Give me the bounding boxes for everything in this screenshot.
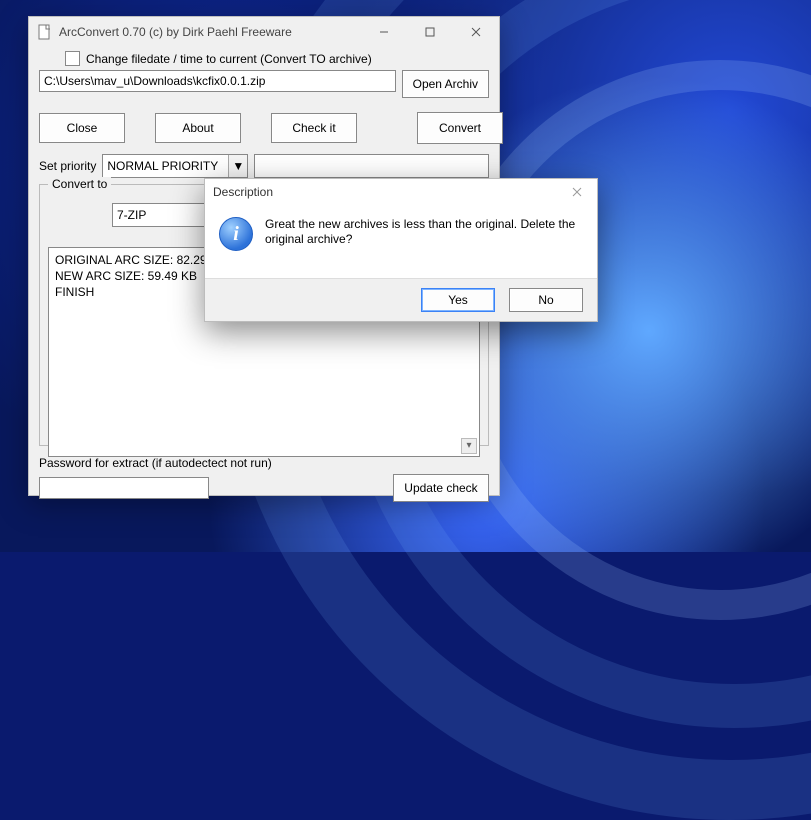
description-dialog: Description i Great the new archives is … xyxy=(204,178,598,322)
close-window-button[interactable] xyxy=(453,17,499,47)
priority-extra-field[interactable] xyxy=(254,154,489,178)
info-icon: i xyxy=(219,217,253,251)
check-it-button[interactable]: Check it xyxy=(271,113,357,143)
format-selected: 7-ZIP xyxy=(117,208,146,222)
dialog-close-button[interactable] xyxy=(565,182,589,202)
chevron-down-icon: ▼ xyxy=(228,155,247,177)
maximize-button[interactable] xyxy=(407,17,453,47)
change-filedate-label: Change filedate / time to current (Conve… xyxy=(86,52,372,66)
titlebar[interactable]: ArcConvert 0.70 (c) by Dirk Paehl Freewa… xyxy=(29,17,499,47)
change-filedate-checkbox[interactable] xyxy=(65,51,80,66)
priority-selected: NORMAL PRIORITY xyxy=(107,159,218,173)
convert-to-title: Convert to xyxy=(48,177,111,191)
minimize-button[interactable] xyxy=(361,17,407,47)
archive-path-input[interactable]: C:\Users\mav_u\Downloads\kcfix0.0.1.zip xyxy=(39,70,396,92)
password-input[interactable] xyxy=(39,477,209,499)
close-button[interactable]: Close xyxy=(39,113,125,143)
scroll-down-icon[interactable]: ▾ xyxy=(461,438,477,454)
dialog-yes-button[interactable]: Yes xyxy=(421,288,495,312)
window-title: ArcConvert 0.70 (c) by Dirk Paehl Freewa… xyxy=(59,25,361,39)
priority-label: Set priority xyxy=(39,159,96,173)
app-icon xyxy=(37,24,53,40)
convert-button[interactable]: Convert xyxy=(417,112,503,144)
update-check-button[interactable]: Update check xyxy=(393,474,489,502)
about-button[interactable]: About xyxy=(155,113,241,143)
dialog-message: Great the new archives is less than the … xyxy=(265,213,583,278)
priority-select[interactable]: NORMAL PRIORITY ▼ xyxy=(102,154,248,178)
dialog-titlebar[interactable]: Description xyxy=(205,179,597,205)
password-label: Password for extract (if autodectect not… xyxy=(39,456,489,470)
dialog-no-button[interactable]: No xyxy=(509,288,583,312)
open-archiv-button[interactable]: Open Archiv xyxy=(402,70,489,98)
dialog-title: Description xyxy=(213,185,273,199)
